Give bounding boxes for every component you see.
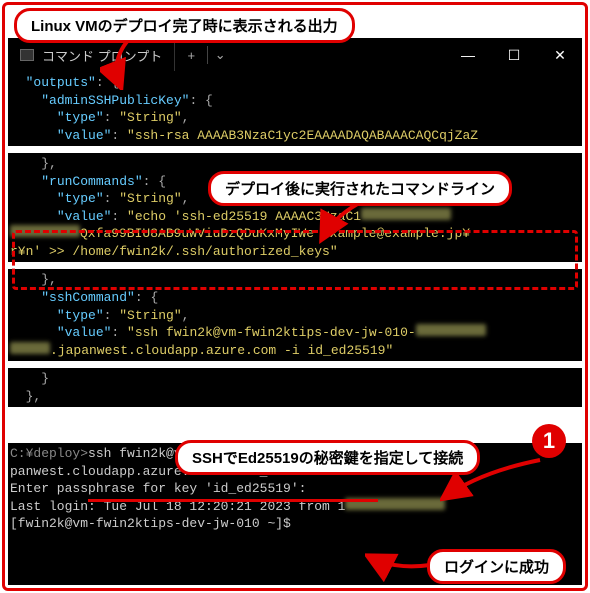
- json-runcommands-block: }, "runCommands": { "type": "String", "v…: [8, 153, 582, 262]
- tab-dropdown[interactable]: ⌄: [208, 47, 232, 63]
- minimize-button[interactable]: —: [446, 40, 490, 70]
- terminal-content[interactable]: "outputs": { "adminSSHPublicKey": { "typ…: [8, 72, 582, 585]
- step-badge-1: 1: [532, 424, 566, 458]
- json-outputs-block: "outputs": { "adminSSHPublicKey": { "typ…: [8, 72, 582, 146]
- json-sshcommand-block: }, "sshCommand": { "type": "String", "va…: [8, 269, 582, 361]
- annotation-login-success: ログインに成功: [427, 549, 566, 584]
- close-button[interactable]: ✕: [538, 40, 582, 70]
- tab-command-prompt[interactable]: コマンド プロンプト: [8, 40, 175, 71]
- window-titlebar: コマンド プロンプト + ⌄ — ☐ ✕: [8, 38, 582, 72]
- redaction-gap: [8, 407, 582, 415]
- cmd-icon: [20, 49, 34, 61]
- redaction-gap: [8, 262, 582, 269]
- highlight-ssh-command: [88, 499, 378, 502]
- tab-title: コマンド プロンプト: [42, 46, 162, 65]
- prompt-path: C:¥deploy>: [10, 446, 88, 461]
- annotation-ssh-key: SSHでEd25519の秘密鍵を指定して接続: [175, 440, 480, 475]
- redaction-gap: [8, 146, 582, 153]
- maximize-button[interactable]: ☐: [492, 40, 536, 70]
- annotation-deploy-output: Linux VMのデプロイ完了時に表示される出力: [14, 8, 355, 43]
- annotation-runcommand: デプロイ後に実行されたコマンドライン: [208, 171, 512, 206]
- vm-shell-prompt: [fwin2k@vm-fwin2ktips-dev-jw-010 ~]$: [10, 516, 291, 531]
- redaction-gap: [8, 361, 582, 368]
- new-tab-button[interactable]: +: [175, 48, 207, 63]
- json-close-block: } },: [8, 368, 582, 407]
